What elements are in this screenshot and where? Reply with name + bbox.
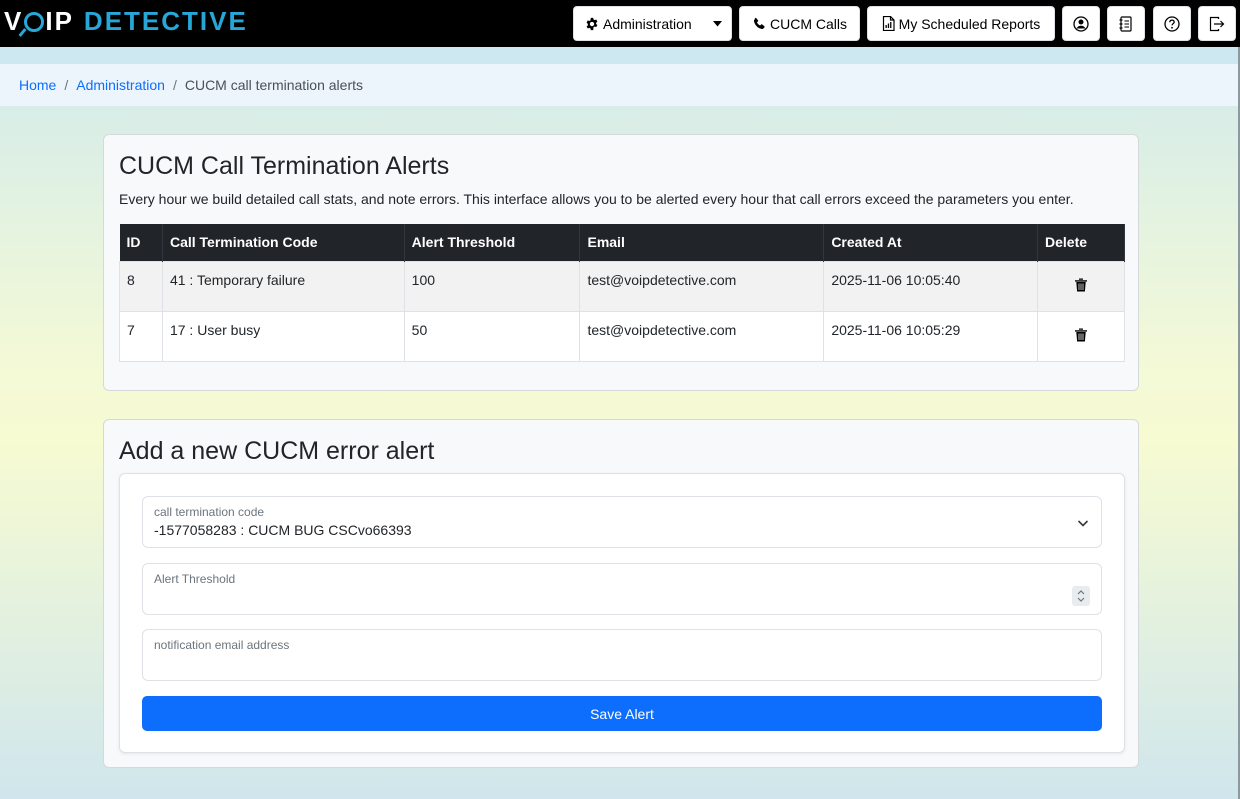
cell-code: 17 : User busy <box>161 310 405 362</box>
phone-icon <box>752 17 766 31</box>
termination-code-label: call termination code <box>154 505 265 519</box>
alert-threshold-field[interactable]: Alert Threshold <box>142 563 1102 615</box>
top-navbar: V IP DETECTIVE Administration CUCM Calls M… <box>0 0 1240 47</box>
breadcrumb: Home / Administration / CUCM call termin… <box>0 64 1240 106</box>
alert-threshold-label: Alert Threshold <box>154 572 236 586</box>
notification-email-label: notification email address <box>154 638 290 652</box>
chevron-down-icon[interactable] <box>1077 516 1089 532</box>
help-button[interactable] <box>1153 6 1191 41</box>
breadcrumb-separator: / <box>64 77 69 93</box>
alerts-card-description: Every hour we build detailed call stats,… <box>119 191 1074 207</box>
logout-icon <box>1209 16 1225 32</box>
termination-code-value: -1577058283 : CUCM BUG CSCvo66393 <box>154 522 412 538</box>
cucm-calls-button[interactable]: CUCM Calls <box>739 6 860 41</box>
cell-id: 8 <box>119 260 163 312</box>
alerts-card: CUCM Call Termination Alerts Every hour … <box>103 134 1139 391</box>
column-header-id: ID <box>119 224 163 261</box>
trash-icon[interactable] <box>1075 278 1087 295</box>
chevron-down-icon[interactable] <box>713 21 722 27</box>
breadcrumb-separator: / <box>172 77 177 93</box>
report-icon <box>882 16 895 31</box>
add-alert-form: call termination code -1577058283 : CUCM… <box>119 473 1125 753</box>
cell-threshold: 50 <box>403 310 581 362</box>
save-alert-button[interactable]: Save Alert <box>142 696 1102 731</box>
column-header-code: Call Termination Code <box>162 224 405 261</box>
alerts-table: ID Call Termination Code Alert Threshold… <box>119 224 1125 362</box>
notebook-icon <box>1119 15 1133 32</box>
column-header-threshold: Alert Threshold <box>404 224 581 261</box>
breadcrumb-home-link[interactable]: Home <box>19 77 56 93</box>
administration-dropdown-button[interactable]: Administration <box>573 6 732 41</box>
scheduled-reports-button[interactable]: My Scheduled Reports <box>867 6 1055 41</box>
profile-button[interactable] <box>1062 6 1100 41</box>
table-row: 7 17 : User busy 50 test@voipdetective.c… <box>119 310 1125 362</box>
column-header-created-at: Created At <box>823 224 1039 261</box>
alerts-card-title: CUCM Call Termination Alerts <box>119 152 450 180</box>
add-alert-card: Add a new CUCM error alert call terminat… <box>103 419 1139 768</box>
cell-delete <box>1037 310 1125 362</box>
column-header-delete: Delete <box>1037 224 1125 261</box>
header-strip <box>0 47 1240 64</box>
user-circle-icon <box>1073 15 1089 32</box>
trash-icon[interactable] <box>1075 328 1087 345</box>
notification-email-field[interactable]: notification email address <box>142 629 1102 681</box>
termination-code-select[interactable]: call termination code -1577058283 : CUCM… <box>142 496 1102 548</box>
breadcrumb-current: CUCM call termination alerts <box>184 77 364 93</box>
column-header-email: Email <box>579 224 825 261</box>
cell-code: 41 : Temporary failure <box>161 260 405 312</box>
logout-button[interactable] <box>1198 6 1236 41</box>
scheduled-reports-label: My Scheduled Reports <box>898 15 1041 32</box>
table-header-row: ID Call Termination Code Alert Threshold… <box>119 224 1125 261</box>
cell-created-at: 2025-11-06 10:05:29 <box>823 310 1039 362</box>
administration-label: Administration <box>603 15 692 32</box>
cell-threshold: 100 <box>403 260 581 312</box>
cell-delete <box>1037 260 1125 312</box>
add-alert-card-title: Add a new CUCM error alert <box>119 437 435 465</box>
breadcrumb-administration-link[interactable]: Administration <box>76 77 165 93</box>
gear-icon <box>585 17 599 31</box>
number-stepper[interactable] <box>1072 586 1090 606</box>
alert-threshold-input[interactable] <box>154 589 1054 609</box>
notes-button[interactable] <box>1107 6 1145 41</box>
help-icon <box>1164 15 1180 32</box>
cell-email: test@voipdetective.com <box>579 260 825 312</box>
cell-id: 7 <box>119 310 163 362</box>
cell-created-at: 2025-11-06 10:05:40 <box>823 260 1039 312</box>
cell-email: test@voipdetective.com <box>579 310 825 362</box>
voip-detective-logo[interactable]: V IP DETECTIVE <box>4 4 248 38</box>
cucm-calls-label: CUCM Calls <box>770 15 847 32</box>
table-row: 8 41 : Temporary failure 100 test@voipde… <box>119 260 1125 312</box>
notification-email-input[interactable] <box>154 655 1054 675</box>
